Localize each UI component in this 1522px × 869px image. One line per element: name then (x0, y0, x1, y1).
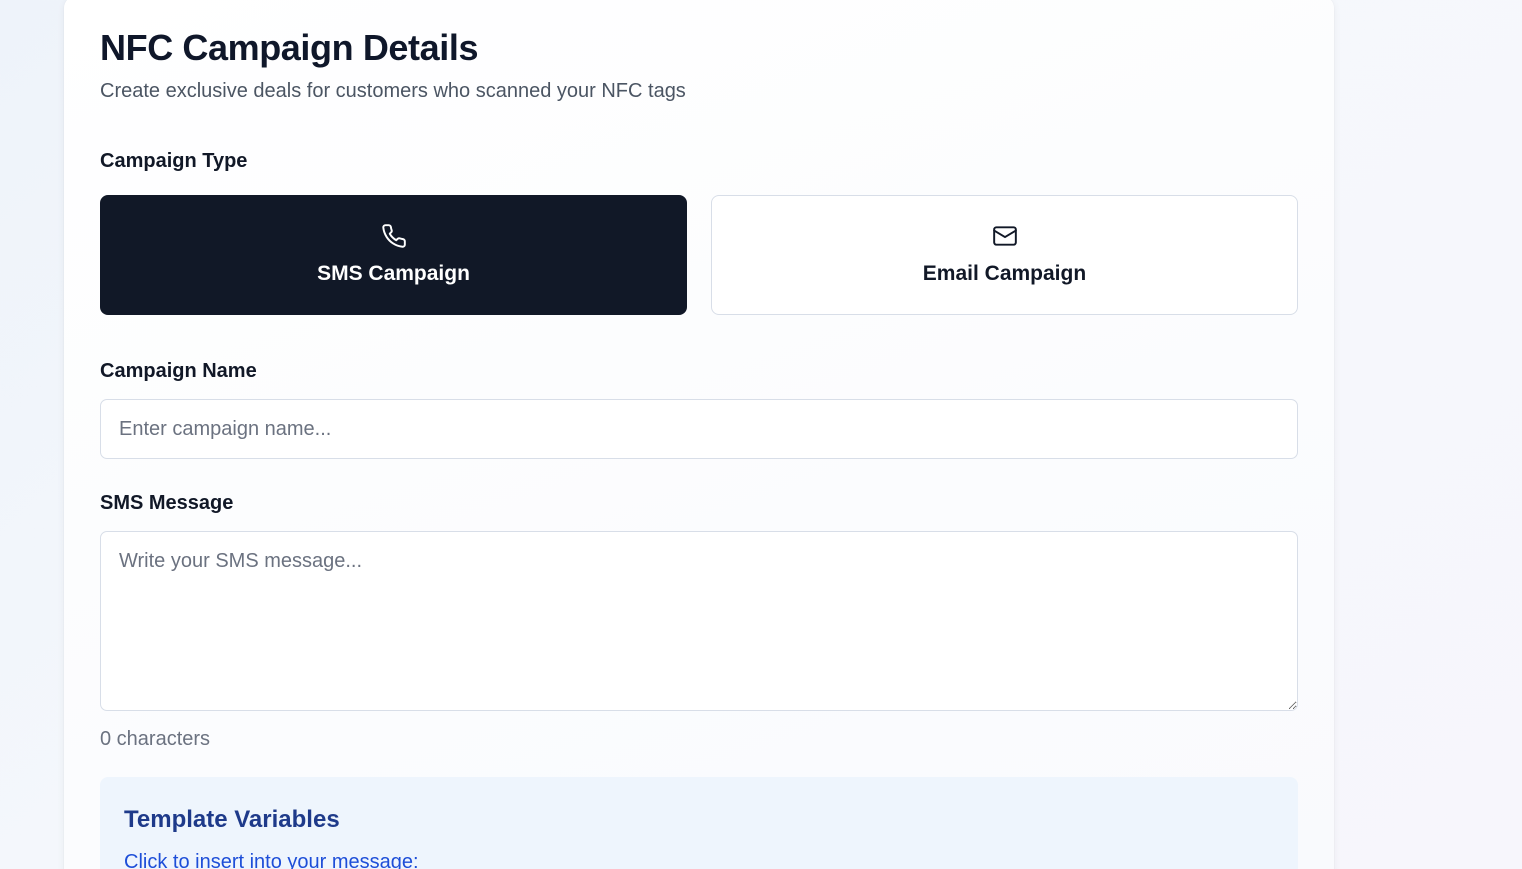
campaign-name-input[interactable] (100, 399, 1298, 459)
sms-campaign-label: SMS Campaign (317, 262, 470, 285)
campaign-type-label: Campaign Type (100, 150, 248, 172)
mail-icon (992, 226, 1017, 246)
email-campaign-label: Email Campaign (922, 262, 1087, 285)
page-title: NFC Campaign Details (100, 27, 479, 68)
campaign-form-card: NFC Campaign Details Create exclusive de… (64, 0, 1334, 869)
character-count: 0 characters (100, 728, 211, 750)
template-variables-panel: Template Variables Click to insert into … (100, 777, 1298, 869)
sms-message-textarea[interactable] (100, 531, 1298, 711)
page-subtitle: Create exclusive deals for customers who… (100, 80, 686, 102)
email-campaign-button[interactable]: Email Campaign (711, 195, 1298, 315)
template-variables-hint: Click to insert into your message: (124, 851, 419, 869)
campaign-name-label: Campaign Name (100, 360, 257, 382)
sms-message-label: SMS Message (100, 492, 234, 514)
phone-icon (381, 224, 406, 248)
template-variables-title: Template Variables (124, 806, 340, 833)
sms-campaign-button[interactable]: SMS Campaign (100, 195, 687, 315)
